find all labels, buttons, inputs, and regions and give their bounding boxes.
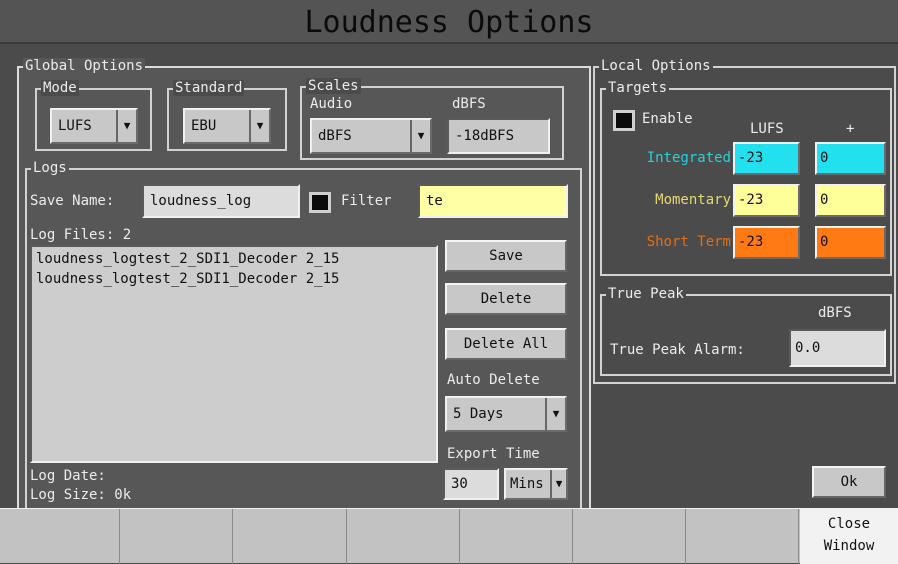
short-term-label: Short Term <box>646 234 731 250</box>
export-unit-value: Mins <box>510 476 544 492</box>
bottom-bar-slot[interactable] <box>0 509 120 564</box>
auto-delete-value: 5 Days <box>453 406 504 422</box>
standard-value: EBU <box>191 118 217 134</box>
save-name-label: Save Name: <box>30 193 115 209</box>
chevron-down-icon[interactable]: ▼ <box>410 120 430 152</box>
bottom-bar-slot[interactable] <box>121 509 233 564</box>
close-window-line1: Close <box>827 516 871 532</box>
global-options-title: Global Options <box>23 58 146 74</box>
targets-title: Targets <box>606 80 670 96</box>
scales-title: Scales <box>306 78 361 94</box>
audio-label: Audio <box>310 96 353 112</box>
enable-label: Enable <box>642 111 693 127</box>
export-time-input[interactable]: 30 <box>443 468 499 500</box>
page-title: Loudness Options <box>304 5 594 40</box>
short-term-plus-input[interactable]: 0 <box>815 226 886 259</box>
list-item[interactable]: loudness_logtest_2_SDI1_Decoder 2_15 <box>32 269 436 289</box>
enable-checkbox[interactable] <box>613 110 635 131</box>
auto-delete-label: Auto Delete <box>447 372 540 388</box>
bottom-bar-slot[interactable] <box>461 509 573 564</box>
plus-header: + <box>846 121 855 137</box>
save-button[interactable]: Save <box>445 240 567 272</box>
save-name-input[interactable]: loudness_log <box>142 184 300 218</box>
export-unit-select[interactable]: Mins ▼ <box>504 468 568 500</box>
momentary-lufs-input[interactable]: -23 <box>733 184 800 217</box>
integrated-plus-input[interactable]: 0 <box>815 142 886 175</box>
dbfs-field[interactable]: -18dBFS <box>447 118 550 154</box>
close-window-line2: Window <box>823 538 875 554</box>
standard-title: Standard <box>173 80 245 96</box>
true-peak-title: True Peak <box>606 286 686 302</box>
bottom-bar-slot[interactable] <box>574 509 686 564</box>
lufs-header: LUFS <box>750 121 784 137</box>
log-files-list[interactable]: loudness_logtest_2_SDI1_Decoder 2_15 lou… <box>30 245 438 463</box>
close-window-button[interactable]: Close Window <box>800 509 898 564</box>
filter-checkbox[interactable] <box>309 192 331 213</box>
true-peak-alarm-input[interactable]: 0.0 <box>789 329 886 367</box>
auto-delete-select[interactable]: 5 Days ▼ <box>445 396 567 432</box>
chevron-down-icon[interactable]: ▼ <box>545 398 565 430</box>
chevron-down-icon[interactable]: ▼ <box>550 470 566 498</box>
chevron-down-icon[interactable]: ▼ <box>249 110 269 142</box>
bottom-bar-slot[interactable] <box>687 509 799 564</box>
momentary-plus-input[interactable]: 0 <box>815 184 886 217</box>
bottom-bar-slot[interactable] <box>234 509 347 564</box>
short-term-lufs-input[interactable]: -23 <box>733 226 800 259</box>
chevron-down-icon[interactable]: ▼ <box>116 110 136 142</box>
momentary-label: Momentary <box>655 192 731 208</box>
standard-select[interactable]: EBU ▼ <box>183 108 271 144</box>
true-peak-dbfs-header: dBFS <box>818 305 852 321</box>
mode-title: Mode <box>41 80 79 96</box>
local-options-title: Local Options <box>599 58 713 74</box>
true-peak-alarm-label: True Peak Alarm: <box>610 342 745 358</box>
delete-all-button[interactable]: Delete All <box>445 328 567 360</box>
export-time-label: Export Time <box>447 446 540 462</box>
ok-button[interactable]: Ok <box>812 466 886 498</box>
list-item[interactable]: loudness_logtest_2_SDI1_Decoder 2_15 <box>32 247 436 269</box>
bottom-bar-slot[interactable] <box>348 509 460 564</box>
mode-value: LUFS <box>58 118 92 134</box>
title-bar: Loudness Options <box>0 0 898 44</box>
log-size-label: Log Size: 0k <box>30 487 132 503</box>
filter-input[interactable]: te <box>418 184 568 218</box>
bottom-bar: Close Window <box>0 508 898 564</box>
audio-scale-value: dBFS <box>318 128 352 144</box>
mode-select[interactable]: LUFS ▼ <box>50 108 138 144</box>
log-date-label: Log Date: <box>30 468 106 484</box>
logs-title: Logs <box>31 160 69 176</box>
dbfs-label: dBFS <box>452 96 486 112</box>
integrated-label: Integrated <box>646 150 731 166</box>
filter-label: Filter <box>341 193 392 209</box>
log-files-label: Log Files: 2 <box>30 227 132 243</box>
delete-button[interactable]: Delete <box>445 283 567 315</box>
integrated-lufs-input[interactable]: -23 <box>733 142 800 175</box>
audio-scale-select[interactable]: dBFS ▼ <box>310 118 432 154</box>
